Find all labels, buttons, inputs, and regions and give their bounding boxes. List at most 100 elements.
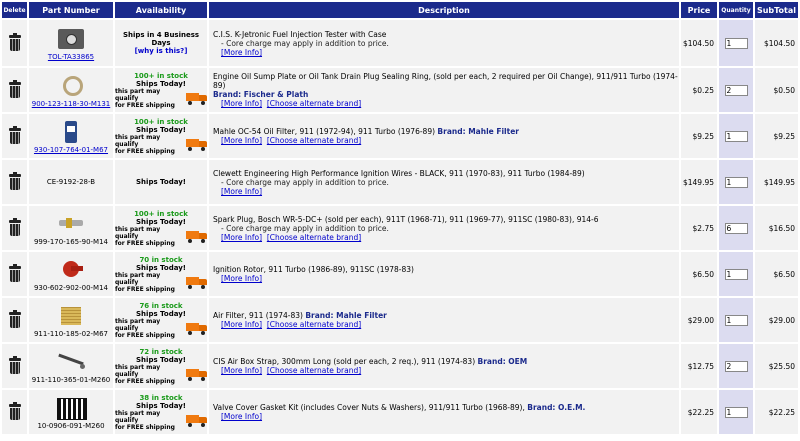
free-shipping-line1: this part may qualify (115, 363, 161, 378)
product-description: Air Filter, 911 (1974-83) (213, 311, 303, 320)
free-shipping-line1: this part may qualify (115, 409, 161, 424)
cart-row: 10-0906-091-M260 38 in stock Ships Today… (2, 390, 798, 434)
truck-icon (185, 368, 207, 381)
quantity-input[interactable] (724, 268, 748, 280)
trash-icon[interactable] (8, 33, 21, 51)
ships-today-text: Ships Today! (136, 355, 186, 364)
ships-today-text: Ships Today! (136, 125, 186, 134)
quantity-input[interactable] (724, 130, 748, 142)
subtotal-header: SubTotal (755, 2, 798, 18)
more-info-link[interactable]: [More Info] (221, 99, 262, 108)
alternate-brand-link[interactable]: [Choose alternate brand] (267, 320, 361, 329)
product-description: Clewett Engineering High Performance Ign… (213, 168, 585, 178)
cart-row: TOL-TA33865 Ships in 4 Business Days [wh… (2, 20, 798, 66)
trash-icon[interactable] (8, 356, 21, 374)
availability-text: Ships Today! (136, 178, 186, 186)
quantity-input[interactable] (724, 222, 748, 234)
subtotal-value: $0.50 (755, 68, 798, 112)
core-charge-note: - Core charge may apply in addition to p… (221, 223, 389, 233)
delete-header: Delete (2, 2, 27, 18)
trash-icon[interactable] (8, 80, 21, 98)
free-shipping-line1: this part may qualify (115, 87, 161, 102)
product-image-spark-plug[interactable] (54, 212, 88, 236)
subtotal-value: $29.00 (755, 298, 798, 342)
price-header: Price (681, 2, 717, 18)
free-shipping-line1: this part may qualify (115, 225, 161, 240)
price-value: $104.50 (681, 20, 717, 66)
subtotal-value: $104.50 (755, 20, 798, 66)
description-header: Description (209, 2, 679, 18)
free-shipping-line2: for FREE shipping (115, 147, 175, 155)
more-info-link[interactable]: [More Info] (221, 233, 262, 242)
cart-row: 930-107-764-01-M67 100+ in stock Ships T… (2, 114, 798, 158)
quantity-input[interactable] (724, 406, 748, 418)
part-number-link[interactable]: 930-107-764-01-M67 (29, 146, 113, 154)
ships-today-text: Ships Today! (136, 309, 186, 318)
price-value: $12.75 (681, 344, 717, 388)
more-info-link[interactable]: [More Info] (221, 48, 262, 57)
free-shipping-line1: this part may qualify (115, 317, 161, 332)
alternate-brand-link[interactable]: [Choose alternate brand] (267, 233, 361, 242)
truck-icon (185, 414, 207, 427)
part-number-text: 930-602-902-00-M14 (33, 283, 109, 292)
brand-label: Brand: Mahle Filter (305, 311, 387, 320)
availability-text: Ships in 4 Business Days (122, 31, 200, 47)
ships-today-text: Ships Today! (136, 263, 186, 272)
quantity-input[interactable] (724, 37, 748, 49)
trash-icon[interactable] (8, 126, 21, 144)
more-info-link[interactable]: [More Info] (221, 187, 262, 196)
stock-count: 76 in stock (139, 301, 183, 310)
part-number-text: 911-110-365-01-M260 (31, 375, 111, 384)
product-image-gasket-kit[interactable] (54, 396, 88, 420)
price-value: $0.25 (681, 68, 717, 112)
quantity-input[interactable] (724, 314, 748, 326)
brand-label: Brand: O.E.M. (527, 403, 586, 412)
cart-row: CE-9192-28-B Ships Today! Clewett Engine… (2, 160, 798, 204)
alternate-brand-link[interactable]: [Choose alternate brand] (267, 99, 361, 108)
part-number-header: Part Number (29, 2, 113, 18)
quantity-input[interactable] (724, 360, 748, 372)
truck-icon (185, 92, 207, 105)
product-image-air-filter[interactable] (54, 304, 88, 328)
product-image-tester-kit[interactable] (54, 27, 88, 51)
truck-icon (185, 276, 207, 289)
trash-icon[interactable] (8, 264, 21, 282)
more-info-link[interactable]: [More Info] (221, 366, 262, 375)
stock-count: 100+ in stock (134, 71, 188, 80)
trash-icon[interactable] (8, 402, 21, 420)
alternate-brand-link[interactable]: [Choose alternate brand] (267, 366, 361, 375)
alternate-brand-link[interactable]: [Choose alternate brand] (267, 136, 361, 145)
product-description: Spark Plug, Bosch WR-5-DC+ (sold per eac… (213, 214, 599, 224)
subtotal-value: $6.50 (755, 252, 798, 296)
part-number-link[interactable]: 900-123-118-30-M131 (29, 100, 113, 108)
brand-label: Brand: Mahle Filter (437, 127, 519, 136)
price-value: $22.25 (681, 390, 717, 434)
free-shipping-line2: for FREE shipping (115, 101, 175, 109)
product-image-air-box-strap[interactable] (54, 350, 88, 374)
more-info-link[interactable]: [More Info] (221, 412, 262, 421)
cart-row: 999-170-165-90-M14 100+ in stock Ships T… (2, 206, 798, 250)
more-info-link[interactable]: [More Info] (221, 136, 262, 145)
stock-count: 38 in stock (139, 393, 183, 402)
cart-row: 930-602-902-00-M14 70 in stock Ships Tod… (2, 252, 798, 296)
quantity-input[interactable] (724, 176, 748, 188)
quantity-input[interactable] (724, 84, 748, 96)
ships-today-text: Ships Today! (136, 79, 186, 88)
subtotal-value: $25.50 (755, 344, 798, 388)
more-info-link[interactable]: [More Info] (221, 274, 262, 283)
trash-icon[interactable] (8, 218, 21, 236)
cart-row: 911-110-365-01-M260 72 in stock Ships To… (2, 344, 798, 388)
why-link[interactable]: [why is this?] (115, 47, 207, 55)
part-number-link[interactable]: TOL-TA33865 (29, 53, 113, 61)
product-description: Engine Oil Sump Plate or Oil Tank Drain … (213, 72, 678, 90)
product-description: C.I.S. K-Jetronic Fuel Injection Tester … (213, 29, 387, 39)
product-description: Mahle OC-54 Oil Filter, 911 (1972-94), 9… (213, 127, 436, 136)
trash-icon[interactable] (8, 172, 21, 190)
truck-icon (185, 138, 207, 151)
more-info-link[interactable]: [More Info] (221, 320, 262, 329)
product-image-sealing-ring[interactable] (54, 74, 88, 98)
product-image-ignition-rotor[interactable] (54, 258, 88, 282)
product-image-oil-filter[interactable] (54, 120, 88, 144)
trash-icon[interactable] (8, 310, 21, 328)
stock-count: 72 in stock (139, 347, 183, 356)
